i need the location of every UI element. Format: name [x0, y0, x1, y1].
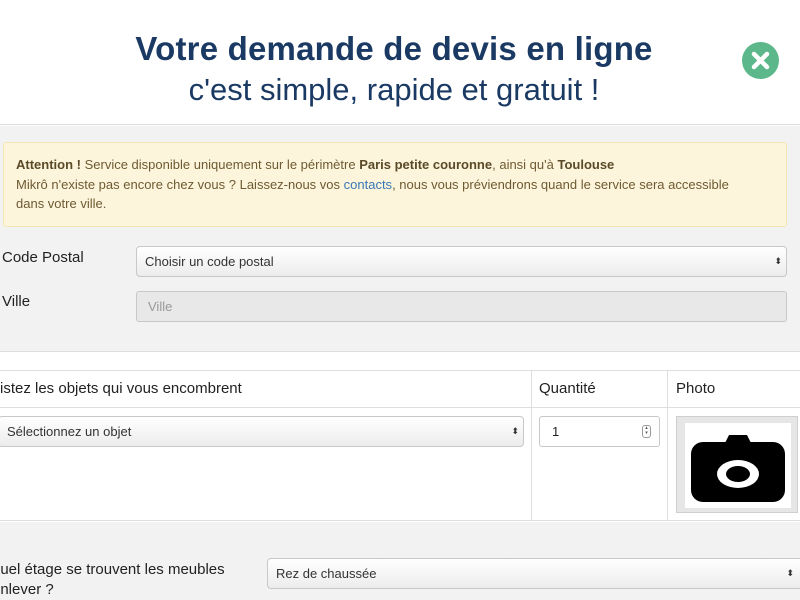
items-table: istez les objets qui vous encombrent Qua…: [0, 370, 800, 521]
select-arrows-icon: ⬍: [511, 426, 519, 436]
photo-upload-button[interactable]: [676, 416, 798, 513]
page-title: Votre demande de devis en ligne: [135, 30, 653, 67]
column-divider: [531, 371, 532, 521]
quantity-stepper[interactable]: 1 ▴ ▾: [539, 416, 660, 447]
alert-text: Service disponible uniquement sur le pér…: [80, 157, 360, 172]
photo-column-header: Photo: [676, 380, 716, 397]
photo-frame: [685, 423, 791, 508]
close-button[interactable]: [742, 42, 779, 79]
floor-label-line: enlever ?: [0, 581, 54, 598]
header: Votre demande de devis en ligne c'est si…: [0, 0, 800, 125]
select-arrows-icon: ⬍: [786, 568, 794, 578]
floor-select[interactable]: Rez de chaussée ⬍: [267, 558, 800, 589]
select-arrows-icon: ⬍: [774, 256, 782, 266]
alert-attention: Attention !: [16, 157, 81, 172]
alert-line-2: Mikrô n'existe pas encore chez vous ? La…: [16, 175, 774, 195]
alert-zone: Paris petite couronne: [359, 157, 493, 172]
quantity-value: 1: [552, 424, 560, 439]
column-divider: [667, 371, 668, 521]
postal-code-value: Choisir un code postal: [145, 254, 274, 269]
object-select-value: Sélectionnez un objet: [7, 424, 132, 439]
location-panel: Attention ! Service disponible uniquemen…: [0, 126, 800, 352]
alert-line-3: dans votre ville.: [16, 196, 107, 211]
alert-text: Mikrô n'existe pas encore chez vous ? La…: [16, 176, 344, 192]
stepper-arrows-icon[interactable]: ▴ ▾: [642, 425, 651, 438]
alert-line-1: Attention ! Service disponible uniquemen…: [16, 155, 774, 175]
floor-select-value: Rez de chaussée: [276, 566, 377, 581]
floor-label: quel étage se trouvent les meubles enlev…: [0, 560, 242, 600]
city-field[interactable]: Ville: [136, 291, 787, 322]
postal-code-label: Code Postal: [2, 249, 84, 266]
alert-text: , nous vous préviendrons quand le servic…: [392, 176, 729, 192]
city-label: Ville: [2, 293, 31, 310]
quantity-column-header: Quantité: [539, 380, 596, 397]
object-select[interactable]: Sélectionnez un objet ⬍: [0, 416, 524, 447]
objects-column-header: istez les objets qui vous encombrent: [0, 380, 242, 397]
postal-code-select[interactable]: Choisir un code postal ⬍: [136, 246, 787, 277]
floor-label-line: quel étage se trouvent les meubles: [0, 561, 225, 578]
camera-icon: [691, 435, 785, 502]
alert-city: Toulouse: [557, 157, 615, 172]
page-subtitle: c'est simple, rapide et gratuit !: [188, 72, 600, 107]
service-alert: Attention ! Service disponible uniquemen…: [3, 142, 787, 227]
contacts-link[interactable]: contacts: [344, 177, 392, 192]
header-divider: [0, 407, 800, 408]
alert-text: , ainsi qu'à: [492, 157, 558, 172]
city-placeholder: Ville: [148, 299, 173, 314]
close-icon: [751, 51, 770, 70]
floor-section: quel étage se trouvent les meubles enlev…: [0, 522, 800, 600]
